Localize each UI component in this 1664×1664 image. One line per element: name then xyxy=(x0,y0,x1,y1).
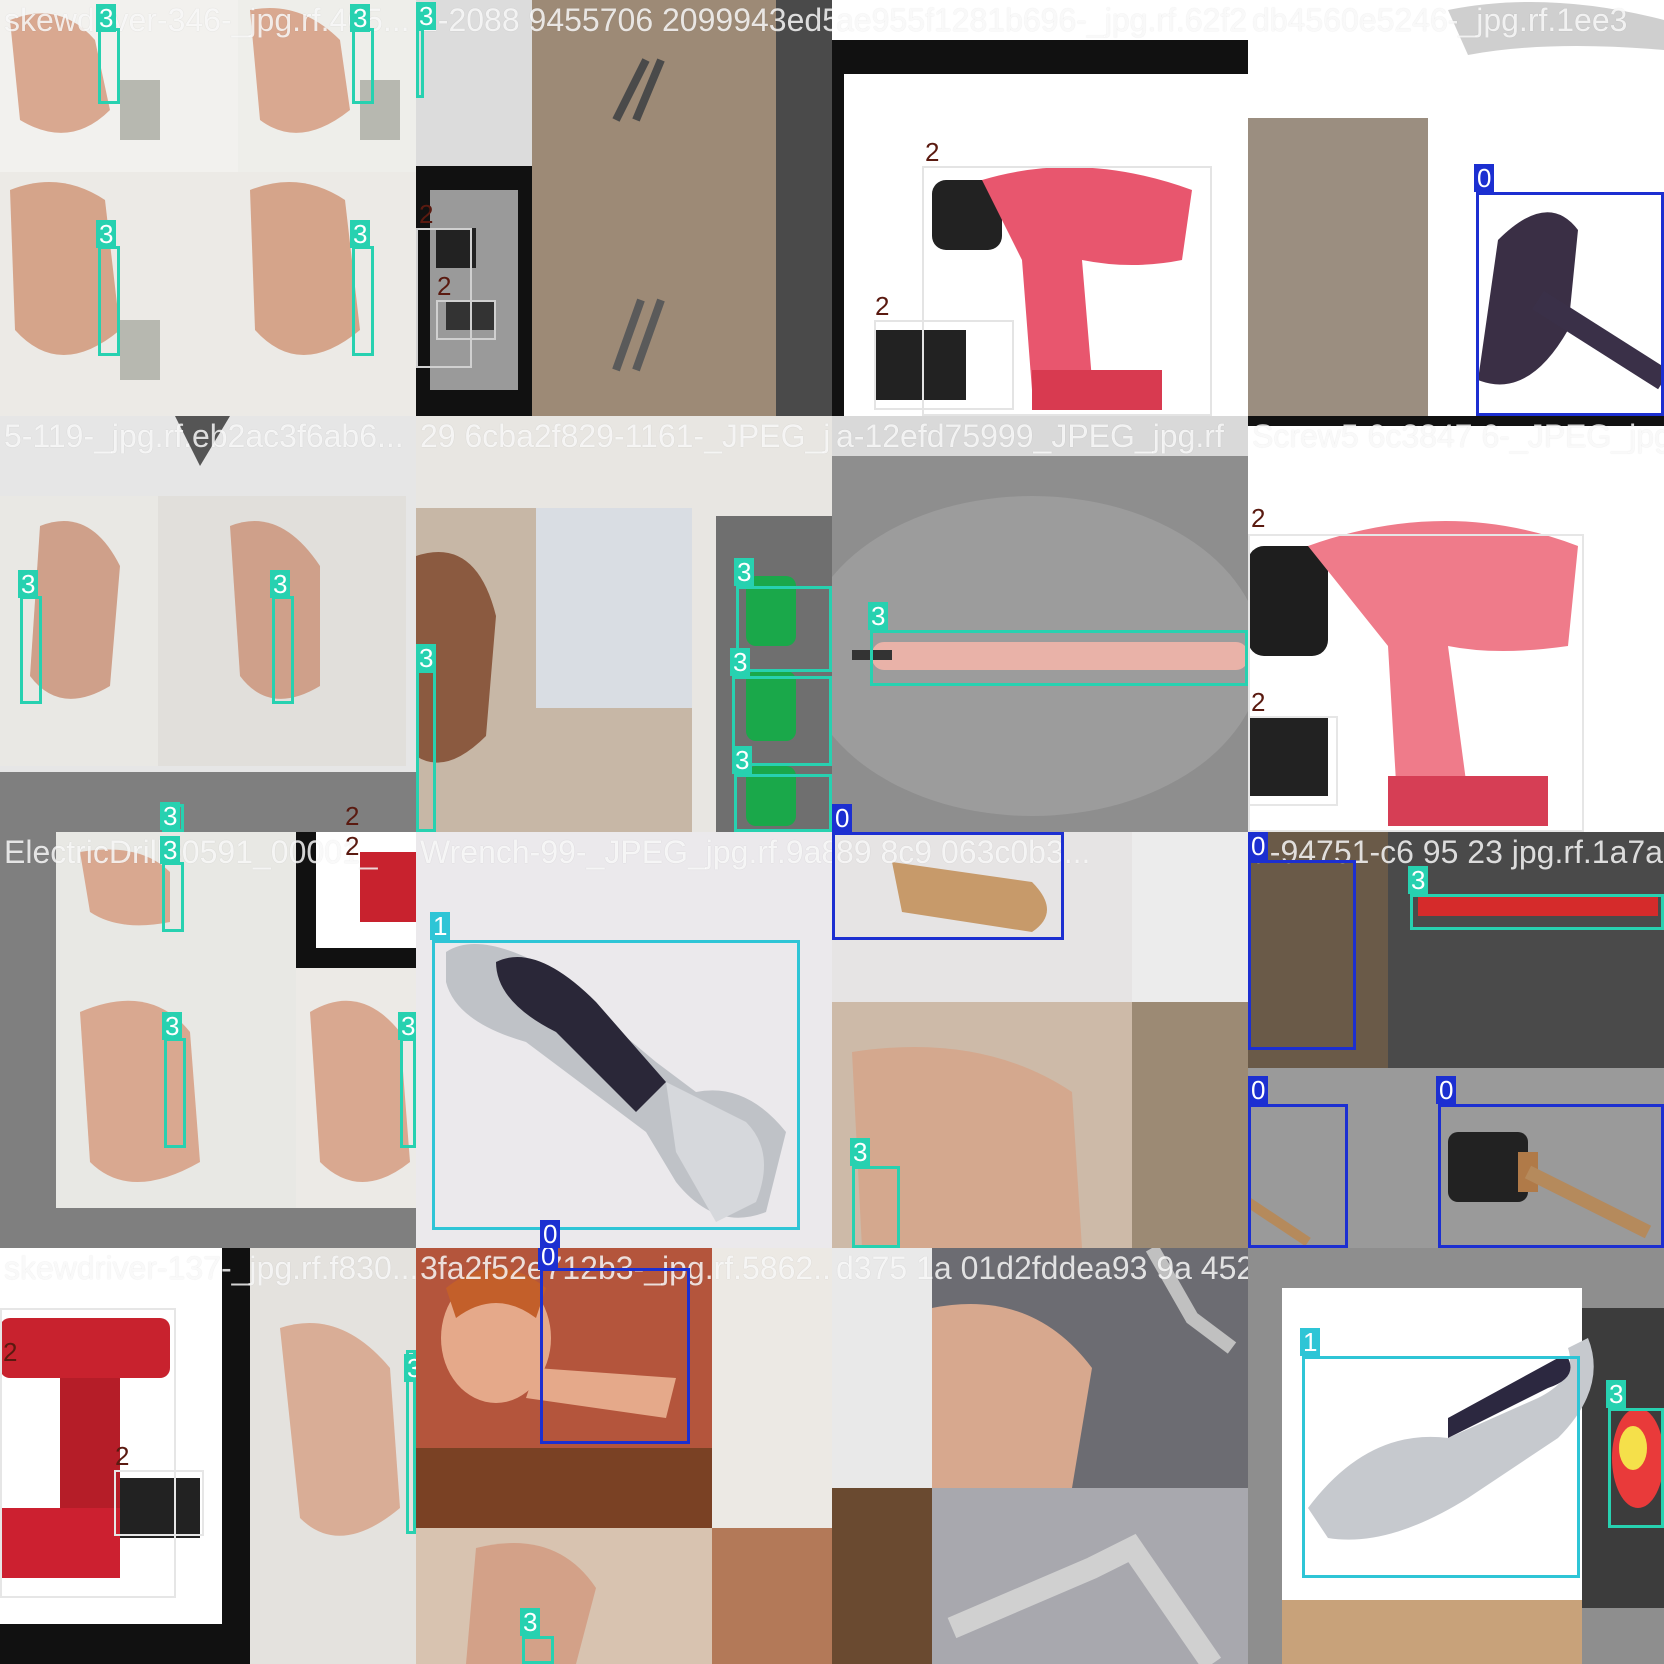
bbox-label: 3 xyxy=(96,4,117,32)
bbox-class-0 xyxy=(540,1268,690,1444)
bbox-class-0 xyxy=(832,832,1064,940)
bbox-label: 3 xyxy=(730,648,751,676)
tile-t11: 29 6cba2f829-1161-_JPEG_jp 3 3 3 3 xyxy=(416,416,832,832)
bbox-label: 3 xyxy=(1606,1380,1627,1408)
bbox-class-0 xyxy=(1248,860,1356,1050)
tile-t30: skewdriver-137-_jpg.rf.f830... 2 2 3 xyxy=(0,1248,416,1664)
bbox-label: 0 xyxy=(538,1248,559,1270)
sand-pliers-photo xyxy=(416,0,832,416)
pliers-gray-photo xyxy=(832,1248,1248,1664)
bbox-label: 3 xyxy=(850,1138,871,1166)
bbox-class-3 xyxy=(734,774,832,832)
bbox-label: 3 xyxy=(734,558,755,586)
bbox-class-3 xyxy=(20,596,42,704)
bbox-label: 3 xyxy=(868,602,889,630)
bbox-class-3 xyxy=(852,1166,900,1248)
bbox-label: 3 xyxy=(350,4,371,32)
bbox-class-3 xyxy=(400,1038,416,1148)
hands2-photo xyxy=(0,416,416,832)
bbox-label: 3 xyxy=(732,746,753,774)
bbox-class-3 xyxy=(272,596,294,704)
tile-t20: ElectricDrill00591_00001_ 3 3 3 2 xyxy=(0,832,416,1248)
bbox-label: 3 xyxy=(404,1354,416,1382)
bbox-label: 2 xyxy=(925,137,940,167)
tile-t33: 1 3 xyxy=(1248,1248,1664,1664)
bbox-label: 3 xyxy=(96,220,117,248)
tile-t02: ae955f1281b696-_jpg.rf.62f2... 2 2 xyxy=(832,0,1248,416)
bbox-class-3 xyxy=(164,1038,186,1148)
tile-t01: 1-2088 9455706 2099943ed5... 3 2 2 xyxy=(416,0,832,416)
bbox-label: 3 xyxy=(162,1012,183,1040)
bbox-class-3 xyxy=(416,670,436,832)
bbox-label: 3 xyxy=(270,570,291,598)
bbox-label: 2 xyxy=(345,832,360,861)
bbox-label: 3 xyxy=(416,644,437,672)
bbox-label: 0 xyxy=(1474,164,1495,192)
tile-t32: d375 1a 01d2fddea93 9a 452 470800-_JPEG_… xyxy=(832,1248,1248,1664)
bbox-class-2 xyxy=(1248,716,1338,806)
tile-t10: 5-119-_jpg.rf.eb2ac3f6ab6... 3 3 3 2 xyxy=(0,416,416,832)
bbox-label: 2 xyxy=(419,199,434,229)
bbox-label: 0 xyxy=(1436,1076,1457,1104)
bbox-class-1 xyxy=(1302,1356,1580,1578)
bbox-label: 1 xyxy=(430,912,451,940)
bbox-label: 0 xyxy=(540,1220,561,1248)
bbox-class-3 xyxy=(162,862,184,932)
bbox-class-3 xyxy=(352,28,374,104)
bbox-class-3 xyxy=(1608,1408,1664,1528)
tile-t12: a-12efd75999_JPEG_jpg.rf 3 0 xyxy=(832,416,1248,832)
bbox-label: 2 xyxy=(1251,687,1266,717)
bbox-label: 3 xyxy=(1408,866,1429,894)
bbox-class-0 xyxy=(1438,1104,1664,1248)
tile-t13: Screw5 6c3847 6-_JPEG_jpg 2 2 xyxy=(1248,416,1664,832)
bbox-class-3 xyxy=(98,246,120,356)
bbox-label: 2 xyxy=(1251,503,1266,533)
bbox-label: 3 xyxy=(520,1608,541,1636)
bbox-class-1 xyxy=(432,940,800,1230)
bbox-label: 0 xyxy=(832,804,853,832)
bbox-class-2 xyxy=(874,320,1014,410)
bbox-label: 2 xyxy=(3,1337,18,1367)
bbox-label: 3 xyxy=(416,2,437,30)
bbox-class-3 xyxy=(352,246,374,356)
bbox-label: 1 xyxy=(1300,1328,1321,1356)
tile-t21: Wrench-99-_JPEG_jpg.rf.9a8... 1 0 xyxy=(416,832,832,1248)
bbox-label: 2 xyxy=(875,291,890,321)
bbox-label: 2 xyxy=(115,1441,130,1471)
bbox-class-3 xyxy=(1410,894,1664,930)
bbox-label: 3 xyxy=(350,220,371,248)
pink-screwdriver-photo xyxy=(832,416,1248,832)
bbox-class-0 xyxy=(1476,192,1664,416)
bbox-class-0 xyxy=(1248,1104,1348,1248)
tile-t03: db4560e5246-_jpg.rf.1ee3 0 xyxy=(1248,0,1664,416)
bbox-class-3 xyxy=(98,28,120,104)
bbox-label: 3 xyxy=(160,836,181,864)
bbox-class-3 xyxy=(522,1636,554,1664)
bbox-label: 3 xyxy=(398,1012,416,1040)
bbox-class-3 xyxy=(870,630,1248,686)
bbox-label: 2 xyxy=(345,801,360,831)
bbox-class-2 xyxy=(436,300,496,340)
hands3-photo xyxy=(0,832,416,1248)
bbox-label: 2 xyxy=(437,271,452,301)
tile-t31: 3fa2f52e712b3-_jpg.rf.5862... 0 3 xyxy=(416,1248,832,1664)
bbox-class-2 xyxy=(114,1470,204,1536)
bbox-label: 0 xyxy=(1248,1076,1269,1104)
bbox-label: 3 xyxy=(18,570,39,598)
bbox-class-3 xyxy=(416,28,424,98)
mosaic-grid: skewdriver-346-_jpg.rf.465... 3 3 3 3 1-… xyxy=(0,0,1664,1664)
tile-t22: 89 8c9 063c0b3... 3 xyxy=(832,832,1248,1248)
bbox-label: 0 xyxy=(1248,832,1269,860)
tile-t23: a-94751-c6 95 23 jpg.rf.1a7a1 0 3 0 0 xyxy=(1248,832,1664,1248)
bbox-label: 3 xyxy=(160,802,181,830)
bbox-class-2 xyxy=(0,1308,176,1598)
tile-t00: skewdriver-346-_jpg.rf.465... 3 3 3 3 xyxy=(0,0,416,416)
